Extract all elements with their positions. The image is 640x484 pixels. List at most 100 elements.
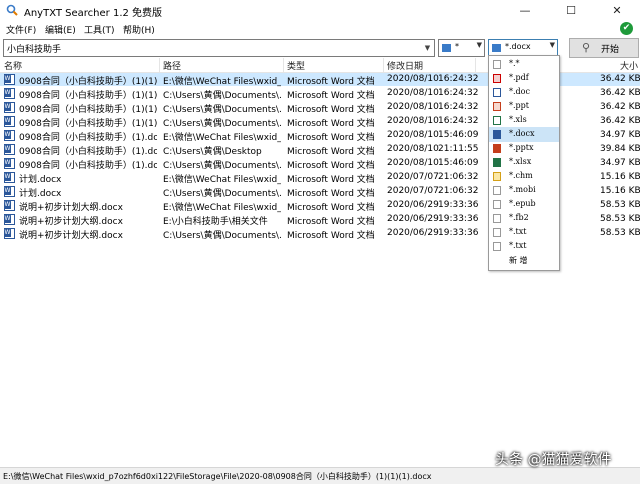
search-icon: ⚲ — [582, 41, 591, 54]
cell-date: 2020/08/10 — [387, 144, 439, 154]
dropdown-item[interactable]: *.fb2 — [489, 211, 559, 226]
cell-size: 58.53 KB — [600, 214, 640, 224]
txt-icon — [493, 228, 501, 237]
dropdown-item-label: *.pdf — [509, 73, 529, 82]
cell-name: 说明+初步计划大纲.docx — [19, 203, 123, 213]
cell-date: 2020/07/07 — [387, 172, 439, 182]
doc-icon — [493, 88, 501, 97]
dropdown-item[interactable]: *.txt — [489, 225, 559, 240]
dropdown-item[interactable]: *.xls — [489, 113, 559, 128]
dropdown-item-label: *.txt — [509, 227, 527, 236]
monitor-icon — [442, 44, 451, 52]
search-input[interactable]: 小白科技助手 ▼ — [3, 39, 435, 57]
status-bar: E:\微信\WeChat Files\wxid_p7ozhf6d0xi122\F… — [0, 467, 640, 484]
dropdown-item[interactable]: *.epub — [489, 197, 559, 212]
mobi-icon — [493, 186, 501, 195]
cell-name: 0908合同（小白科技助手）(1).docx — [19, 147, 157, 157]
cell-time: 15:46:09 — [438, 130, 479, 140]
dropdown-item-selected[interactable]: *.docx — [489, 127, 559, 142]
filter-scope-value: * — [455, 42, 459, 51]
menu-help[interactable]: 帮助(H) — [123, 23, 155, 36]
cell-type: Microsoft Word 文档 — [287, 189, 375, 199]
cell-time: 21:11:55 — [438, 144, 479, 154]
cell-name: 0908合同（小白科技助手）(1).docx — [19, 133, 157, 143]
pdf-icon — [493, 74, 501, 83]
word-doc-icon — [4, 214, 15, 225]
dropdown-item[interactable]: *.* — [489, 57, 559, 72]
cell-type: Microsoft Word 文档 — [287, 217, 375, 227]
cell-date: 2020/08/10 — [387, 158, 439, 168]
cell-path: C:\Users\黄偶\Documents\... — [163, 119, 281, 129]
docx-icon — [493, 130, 501, 139]
word-doc-icon — [4, 228, 15, 239]
file-type-dropdown: *.* *.pdf *.doc *.ppt *.xls *.docx *.ppt… — [488, 55, 560, 271]
dropdown-item[interactable]: *.doc — [489, 85, 559, 100]
cell-date: 2020/08/10 — [387, 130, 439, 140]
column-header-type[interactable]: 类型 — [287, 59, 305, 72]
cell-path: C:\Users\黄偶\Documents\... — [163, 161, 281, 171]
dropdown-item-label: *.epub — [509, 199, 536, 208]
minimize-button[interactable]: — — [502, 0, 548, 21]
dropdown-item[interactable]: *.pptx — [489, 141, 559, 156]
column-header-path[interactable]: 路径 — [163, 59, 181, 72]
dropdown-item[interactable]: *.txt — [489, 239, 559, 254]
dropdown-item-label: *.chm — [509, 171, 533, 180]
cell-time: 16:24:32 — [438, 102, 479, 112]
cell-date: 2020/08/10 — [387, 88, 439, 98]
cell-name: 0908合同（小白科技助手）(1)(1)(... — [19, 77, 157, 87]
cell-time: 15:46:09 — [438, 158, 479, 168]
chevron-down-icon[interactable]: ▼ — [421, 40, 434, 56]
cell-date: 2020/08/10 — [387, 74, 439, 84]
file-type-value: *.docx — [505, 42, 531, 51]
dropdown-item[interactable]: *.chm — [489, 169, 559, 184]
cell-name: 计划.docx — [19, 189, 62, 199]
title-bar: AnyTXT Searcher 1.2 免费版 — ☐ ✕ — [0, 0, 640, 21]
cell-size: 36.42 KB — [600, 102, 640, 112]
search-input-value: 小白科技助手 — [7, 45, 62, 55]
cell-time: 16:24:32 — [438, 116, 479, 126]
maximize-button[interactable]: ☐ — [548, 0, 594, 21]
cell-time: 21:06:32 — [438, 172, 479, 182]
menu-edit[interactable]: 编辑(E) — [45, 23, 76, 36]
cell-date: 2020/08/10 — [387, 102, 439, 112]
close-button[interactable]: ✕ — [594, 0, 640, 21]
dropdown-item[interactable]: *.ppt — [489, 99, 559, 114]
cell-path: C:\Users\黄偶\Desktop — [163, 147, 262, 157]
cell-size: 36.42 KB — [600, 116, 640, 126]
cell-size: 36.42 KB — [600, 74, 640, 84]
cell-size: 39.84 KB — [600, 144, 640, 154]
add-filter-button[interactable]: 新 增 — [509, 255, 528, 266]
dropdown-item[interactable]: *.xlsx — [489, 155, 559, 170]
dropdown-item-label: *.ppt — [509, 101, 529, 110]
word-doc-icon — [4, 130, 15, 141]
cell-date: 2020/06/29 — [387, 200, 439, 210]
cell-size: 36.42 KB — [600, 88, 640, 98]
cell-type: Microsoft Word 文档 — [287, 203, 375, 213]
column-header-date[interactable]: 修改日期 — [387, 59, 423, 72]
menu-tools[interactable]: 工具(T) — [84, 23, 115, 36]
cell-size: 15.16 KB — [600, 172, 640, 182]
cell-name: 0908合同（小白科技助手）(1)(1)... — [19, 105, 157, 115]
start-search-button[interactable]: ⚲ 开始 — [569, 38, 639, 58]
cell-name: 说明+初步计划大纲.docx — [19, 217, 123, 227]
cell-time: 19:33:36 — [438, 228, 479, 238]
filter-scope-select[interactable]: * ▼ — [438, 39, 485, 57]
column-header-size[interactable]: 大小 — [620, 59, 638, 72]
cell-size: 58.53 KB — [600, 200, 640, 210]
menu-file[interactable]: 文件(F) — [6, 23, 36, 36]
cell-name: 0908合同（小白科技助手）(1)(1)... — [19, 119, 157, 129]
dropdown-item[interactable]: *.mobi — [489, 183, 559, 198]
cell-type: Microsoft Word 文档 — [287, 133, 375, 143]
cell-time: 16:24:32 — [438, 74, 479, 84]
ppt-icon — [493, 102, 501, 111]
cell-name: 0908合同（小白科技助手）(1)(1)... — [19, 91, 157, 101]
cell-size: 34.97 KB — [600, 158, 640, 168]
xls-icon — [493, 116, 501, 125]
cell-path: E:\小白科技助手\相关文件 — [163, 217, 268, 227]
cell-path: E:\微信\WeChat Files\wxid_... — [163, 77, 281, 87]
cell-date: 2020/08/10 — [387, 116, 439, 126]
dropdown-item[interactable]: *.pdf — [489, 71, 559, 86]
column-header-name[interactable]: 名称 — [4, 59, 22, 72]
cell-size: 58.53 KB — [600, 228, 640, 238]
cell-type: Microsoft Word 文档 — [287, 119, 375, 129]
